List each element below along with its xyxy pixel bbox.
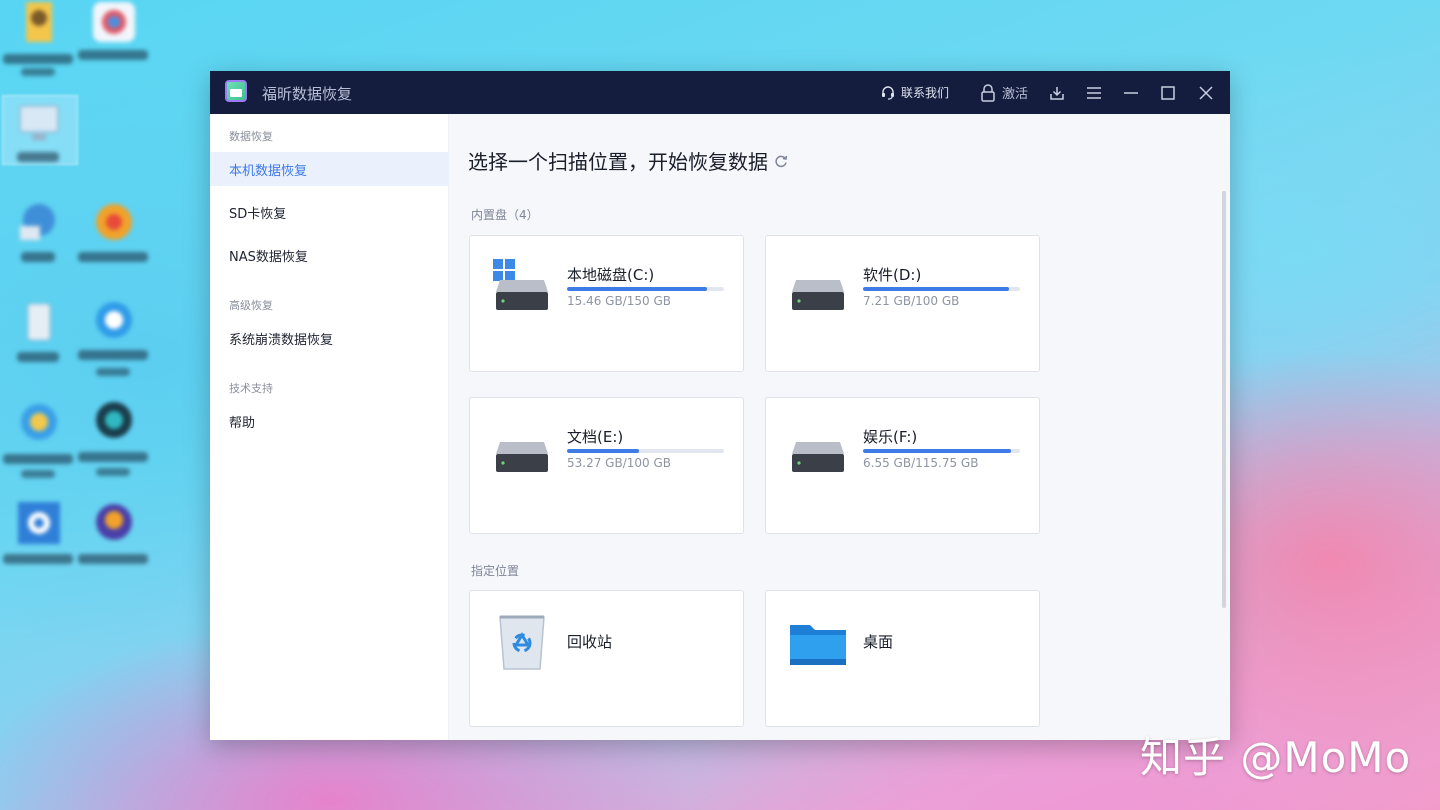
maximize-icon <box>1161 86 1175 100</box>
location-card-recycle-bin[interactable]: 回收站 <box>469 590 744 727</box>
drive-name: 本地磁盘(C:) <box>567 266 655 284</box>
network-icon <box>20 204 55 240</box>
user-folder-icon <box>26 2 52 42</box>
app-window: 福昕数据恢复 联系我们 激活 数据恢复 本机数据恢复 SD卡恢复 NAS数据恢复… <box>210 71 1230 740</box>
drive-usage-fill <box>863 287 1009 291</box>
ie-icon-2 <box>21 404 57 440</box>
sidebar-item-system-crash-recovery[interactable]: 系统崩溃数据恢复 <box>210 321 449 355</box>
drive-size: 53.27 GB/100 GB <box>567 456 671 470</box>
gear-icon <box>18 502 60 544</box>
desktop-icon-network[interactable] <box>3 200 73 280</box>
desktop-icon-this-pc[interactable] <box>3 100 73 180</box>
ie-icon <box>96 302 132 338</box>
hard-drive-icon <box>496 280 548 310</box>
drive-size: 7.21 GB/100 GB <box>863 294 960 308</box>
main-content: 选择一个扫描位置，开始恢复数据 内置盘（4） 本地磁盘(C:) 15.46 GB… <box>449 114 1230 740</box>
computer-icon <box>19 105 59 140</box>
title-bar: 福昕数据恢复 联系我们 激活 <box>210 71 1230 114</box>
game-icon <box>96 504 132 540</box>
drive-name: 娱乐(F:) <box>863 428 918 446</box>
drive-usage-bar <box>567 287 724 291</box>
camera-icon <box>96 402 132 438</box>
download-icon <box>1050 87 1064 100</box>
contact-button[interactable]: 联系我们 <box>880 71 949 114</box>
sidebar: 数据恢复 本机数据恢复 SD卡恢复 NAS数据恢复 高级恢复 系统崩溃数据恢复 … <box>210 114 449 740</box>
download-button[interactable] <box>1043 79 1071 107</box>
maximize-button[interactable] <box>1154 79 1182 107</box>
close-button[interactable] <box>1192 79 1220 107</box>
watermark-text: 知乎 @MoMo <box>1140 733 1412 782</box>
drive-card-c[interactable]: 本地磁盘(C:) 15.46 GB/150 GB <box>469 235 744 372</box>
location-card-desktop[interactable]: 桌面 <box>765 590 1040 727</box>
drive-usage-fill <box>863 449 1011 453</box>
drive-card-d[interactable]: 软件(D:) 7.21 GB/100 GB <box>765 235 1040 372</box>
hamburger-menu-icon <box>1087 87 1101 99</box>
app-logo-icon <box>225 80 247 102</box>
activate-button[interactable]: 激活 <box>980 71 1028 114</box>
desktop-icon-browser-1[interactable] <box>78 298 148 378</box>
sidebar-section-data-recovery: 数据恢复 <box>229 130 273 143</box>
drive-usage-bar <box>863 449 1020 453</box>
drive-name: 软件(D:) <box>863 266 922 284</box>
sidebar-section-support: 技术支持 <box>229 382 273 395</box>
minimize-icon <box>1124 92 1138 94</box>
drive-size: 6.55 GB/115.75 GB <box>863 456 979 470</box>
sidebar-item-sd-recovery[interactable]: SD卡恢复 <box>210 195 449 229</box>
hard-drive-icon <box>496 442 548 472</box>
refresh-icon[interactable] <box>774 154 788 168</box>
folder-icon <box>790 625 846 665</box>
desktop-icon-settings[interactable] <box>3 500 73 580</box>
recycle-bin-icon <box>499 615 545 670</box>
desktop-icon-recycle[interactable] <box>3 300 73 380</box>
desktop-icon-browser-2[interactable] <box>3 400 73 480</box>
drive-size: 15.46 GB/150 GB <box>567 294 671 308</box>
drive-usage-bar <box>863 287 1020 291</box>
page-title: 选择一个扫描位置，开始恢复数据 <box>468 146 788 175</box>
desktop-icon-app-2[interactable] <box>78 200 148 280</box>
app-title: 福昕数据恢复 <box>262 85 353 103</box>
player-icon <box>96 204 132 240</box>
close-icon <box>1199 86 1213 100</box>
sidebar-item-help[interactable]: 帮助 <box>210 404 449 438</box>
minimize-button[interactable] <box>1117 79 1145 107</box>
contact-label: 联系我们 <box>901 86 950 100</box>
drive-card-e[interactable]: 文档(E:) 53.27 GB/100 GB <box>469 397 744 534</box>
drive-usage-bar <box>567 449 724 453</box>
menu-button[interactable] <box>1080 79 1108 107</box>
desktop-icon-user[interactable] <box>3 0 73 80</box>
specified-location-label: 指定位置 <box>471 564 520 578</box>
drive-usage-fill <box>567 287 707 291</box>
drive-card-f[interactable]: 娱乐(F:) 6.55 GB/115.75 GB <box>765 397 1040 534</box>
hard-drive-icon <box>792 280 844 310</box>
location-name: 桌面 <box>863 633 894 651</box>
activate-label: 激活 <box>1002 87 1029 102</box>
sidebar-item-nas-recovery[interactable]: NAS数据恢复 <box>210 238 449 272</box>
drive-usage-fill <box>567 449 640 453</box>
hard-drive-icon <box>792 442 844 472</box>
vertical-scrollbar[interactable] <box>1222 191 1226 608</box>
headset-icon <box>882 85 894 100</box>
sidebar-section-advanced: 高级恢复 <box>229 299 273 312</box>
page-title-text: 选择一个扫描位置，开始恢复数据 <box>468 150 768 174</box>
lock-icon <box>981 83 995 102</box>
desktop-icon-app-3[interactable] <box>78 398 148 478</box>
internal-drives-label: 内置盘（4） <box>471 208 539 222</box>
drive-name: 文档(E:) <box>567 428 624 446</box>
recycle-bin-desktop-icon <box>27 303 51 341</box>
desktop-icon-game[interactable] <box>78 500 148 580</box>
sidebar-item-local-recovery[interactable]: 本机数据恢复 <box>210 152 449 186</box>
app-icon <box>93 2 135 42</box>
desktop-icon-app-1[interactable] <box>78 0 148 80</box>
location-name: 回收站 <box>567 633 613 651</box>
